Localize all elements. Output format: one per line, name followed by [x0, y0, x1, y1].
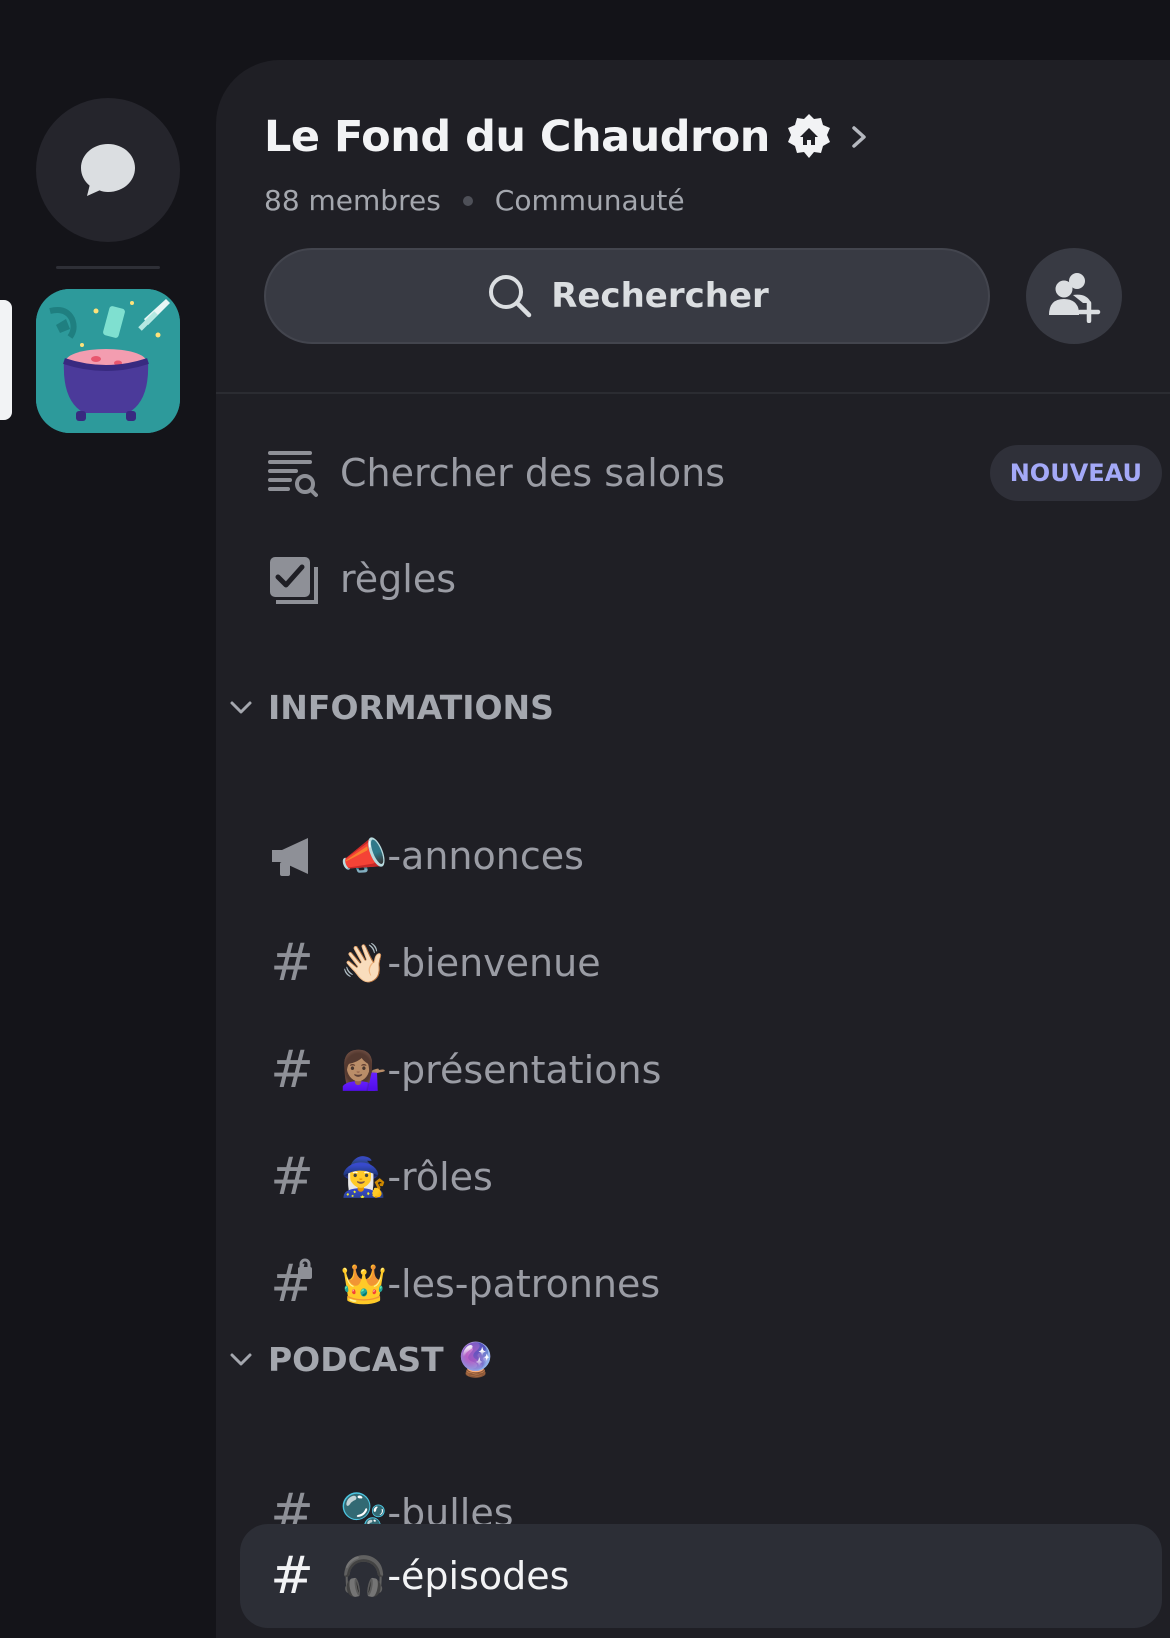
- direct-messages-button[interactable]: [36, 98, 180, 242]
- channel-label: -présentations: [387, 1048, 662, 1092]
- search-bar[interactable]: Rechercher: [264, 248, 990, 344]
- channel-bienvenue[interactable]: # 👋🏻 -bienvenue: [240, 913, 1162, 1013]
- server-icon-le-fond-du-chaudron[interactable]: [36, 289, 180, 433]
- locked-hash-icon: #: [270, 1254, 314, 1314]
- hash-icon: #: [270, 933, 314, 993]
- channel-annonces[interactable]: 📣 -annonces: [240, 806, 1162, 906]
- channel-emoji: 🎧: [340, 1554, 388, 1598]
- channel-label: -bienvenue: [387, 941, 601, 985]
- server-rail: [0, 60, 216, 1638]
- chevron-down-icon: [230, 701, 252, 713]
- browse-channels-item[interactable]: Chercher des salons NOUVEAU: [240, 423, 1162, 523]
- channel-emoji: 💁🏽‍♀️: [340, 1048, 388, 1092]
- channel-regles[interactable]: règles: [240, 529, 1162, 629]
- channel-roles[interactable]: # 🧙‍♀️ -rôles: [240, 1127, 1162, 1227]
- category-informations[interactable]: INFORMATIONS: [228, 688, 554, 727]
- chat-bubble-icon: [81, 144, 135, 196]
- server-header[interactable]: Le Fond du Chaudron: [264, 112, 872, 162]
- channel-emoji: 📣: [340, 834, 388, 878]
- channel-emoji: 👑: [340, 1262, 388, 1306]
- announcement-icon: [264, 828, 320, 884]
- rail-separator: [56, 266, 160, 269]
- channel-les-patronnes[interactable]: # 👑 -les-patronnes: [240, 1234, 1162, 1334]
- community-badge-icon: [787, 114, 830, 158]
- search-icon: [489, 275, 532, 318]
- category-name: INFORMATIONS: [268, 688, 554, 727]
- channel-label: -épisodes: [387, 1554, 570, 1598]
- server-meta: 88 membres Communauté: [264, 184, 685, 217]
- chevron-right-icon: [852, 126, 866, 148]
- server-name: Le Fond du Chaudron: [264, 112, 770, 162]
- channel-presentations[interactable]: # 💁🏽‍♀️ -présentations: [240, 1020, 1162, 1120]
- chevron-down-icon: [230, 1353, 252, 1366]
- channel-episodes[interactable]: # 🎧 -épisodes: [240, 1524, 1162, 1628]
- channel-list-search-icon: [264, 445, 320, 501]
- rules-icon: [264, 551, 320, 607]
- add-user-icon: [1049, 273, 1101, 323]
- search-label: Rechercher: [551, 276, 769, 316]
- channel-emoji: 👋🏻: [340, 941, 388, 985]
- channel-panel: Le Fond du Chaudron 88 membres Communaut…: [216, 60, 1170, 1638]
- channel-label: -les-patronnes: [387, 1262, 661, 1306]
- hash-icon: #: [270, 1147, 314, 1207]
- hash-icon: #: [270, 1546, 314, 1606]
- cauldron-icon: [36, 289, 180, 433]
- header-divider: [216, 392, 1170, 394]
- channel-emoji: 🧙‍♀️: [340, 1155, 388, 1199]
- selected-server-indicator: [0, 300, 12, 420]
- channel-label: règles: [340, 557, 457, 601]
- channel-label: -annonces: [387, 834, 584, 878]
- hash-icon: #: [270, 1040, 314, 1100]
- server-type: Communauté: [494, 184, 685, 217]
- category-podcast[interactable]: PODCAST 🔮: [228, 1340, 496, 1380]
- separator-dot: [462, 195, 473, 206]
- browse-channels-label: Chercher des salons: [340, 451, 725, 495]
- status-bar: [0, 0, 1170, 60]
- invite-members-button[interactable]: [1026, 248, 1122, 344]
- member-count: 88 membres: [264, 184, 441, 217]
- channel-label: -rôles: [387, 1155, 493, 1199]
- category-name: PODCAST 🔮: [268, 1340, 497, 1379]
- new-badge: NOUVEAU: [989, 445, 1162, 501]
